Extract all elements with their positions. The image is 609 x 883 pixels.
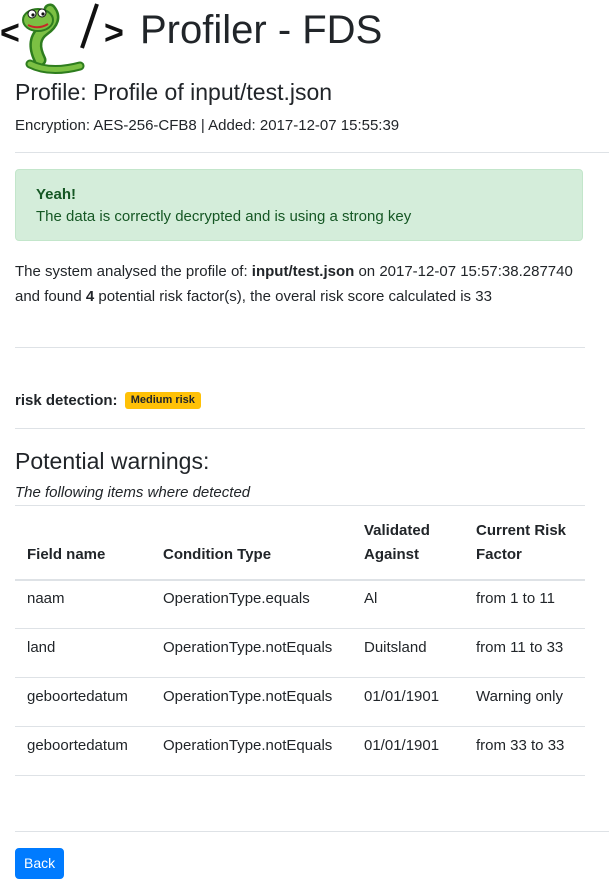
table-row: geboortedatum OperationType.notEquals 01… — [15, 677, 585, 727]
success-alert: Yeah! The data is correctly decrypted an… — [15, 169, 583, 241]
cell-field-name: geboortedatum — [15, 677, 151, 727]
cell-validated-against: 01/01/1901 — [352, 677, 464, 727]
divider — [15, 347, 585, 348]
risk-badge: Medium risk — [124, 392, 201, 409]
app-title: Profiler - FDS — [140, 8, 383, 52]
python-snake-logo-icon: < > — [0, 3, 124, 74]
cell-field-name: naam — [15, 579, 151, 629]
column-header-validated-against: Validated Against — [352, 505, 464, 581]
cell-risk-factor: from 11 to 33 — [464, 628, 585, 678]
back-button[interactable]: Back — [15, 848, 65, 879]
profile-meta: Encryption: AES-256-CFB8 | Added: 2017-1… — [15, 117, 400, 134]
cell-validated-against: 01/01/1901 — [352, 726, 464, 776]
page-title: Profile: Profile of input/test.json — [15, 79, 333, 105]
column-header-risk-factor: Current Risk Factor — [464, 505, 585, 581]
cell-field-name: geboortedatum — [15, 726, 151, 776]
table-row: land OperationType.notEquals Duitsland f… — [15, 628, 585, 678]
warnings-title: Potential warnings: — [15, 448, 210, 474]
divider — [15, 428, 585, 429]
column-header-condition-type: Condition Type — [151, 505, 352, 581]
cell-field-name: land — [15, 628, 151, 678]
table-row: geboortedatum OperationType.notEquals 01… — [15, 726, 585, 776]
cell-risk-factor: from 33 to 33 — [464, 726, 585, 776]
cell-condition-type: OperationType.notEquals — [151, 726, 352, 776]
svg-text:>: > — [104, 14, 124, 52]
cell-condition-type: OperationType.notEquals — [151, 677, 352, 727]
warnings-subtitle: The following items where detected — [15, 484, 251, 501]
svg-text:<: < — [0, 14, 20, 52]
summary-count: 4 — [85, 288, 95, 305]
cell-risk-factor: Warning only — [464, 677, 585, 727]
summary-file: input/test.json — [251, 263, 355, 280]
table-header-row: Field name Condition Type Validated Agai… — [15, 505, 585, 581]
risk-label: risk detection: — [15, 392, 118, 409]
cell-validated-against: Duitsland — [352, 628, 464, 678]
cell-validated-against: Al — [352, 579, 464, 629]
alert-heading: Yeah! — [36, 186, 77, 203]
cell-condition-type: OperationType.notEquals — [151, 628, 352, 678]
analysis-summary: The system analysed the profile of: inpu… — [15, 259, 585, 309]
alert-message: The data is correctly decrypted and is u… — [36, 208, 412, 225]
risk-detection: risk detection: Medium risk — [15, 389, 201, 413]
column-header-field-name: Field name — [15, 505, 151, 581]
table-row: naam OperationType.equals Al from 1 to 1… — [15, 579, 585, 629]
divider — [15, 152, 609, 153]
header: < > Profiler - FDS — [0, 0, 609, 76]
cell-condition-type: OperationType.equals — [151, 579, 352, 629]
divider — [15, 831, 609, 832]
warnings-table: Field name Condition Type Validated Agai… — [15, 505, 585, 776]
summary-prefix: The system analysed the profile of: — [15, 263, 252, 280]
cell-risk-factor: from 1 to 11 — [464, 579, 585, 629]
summary-suffix: potential risk factor(s), the overal ris… — [94, 288, 492, 305]
